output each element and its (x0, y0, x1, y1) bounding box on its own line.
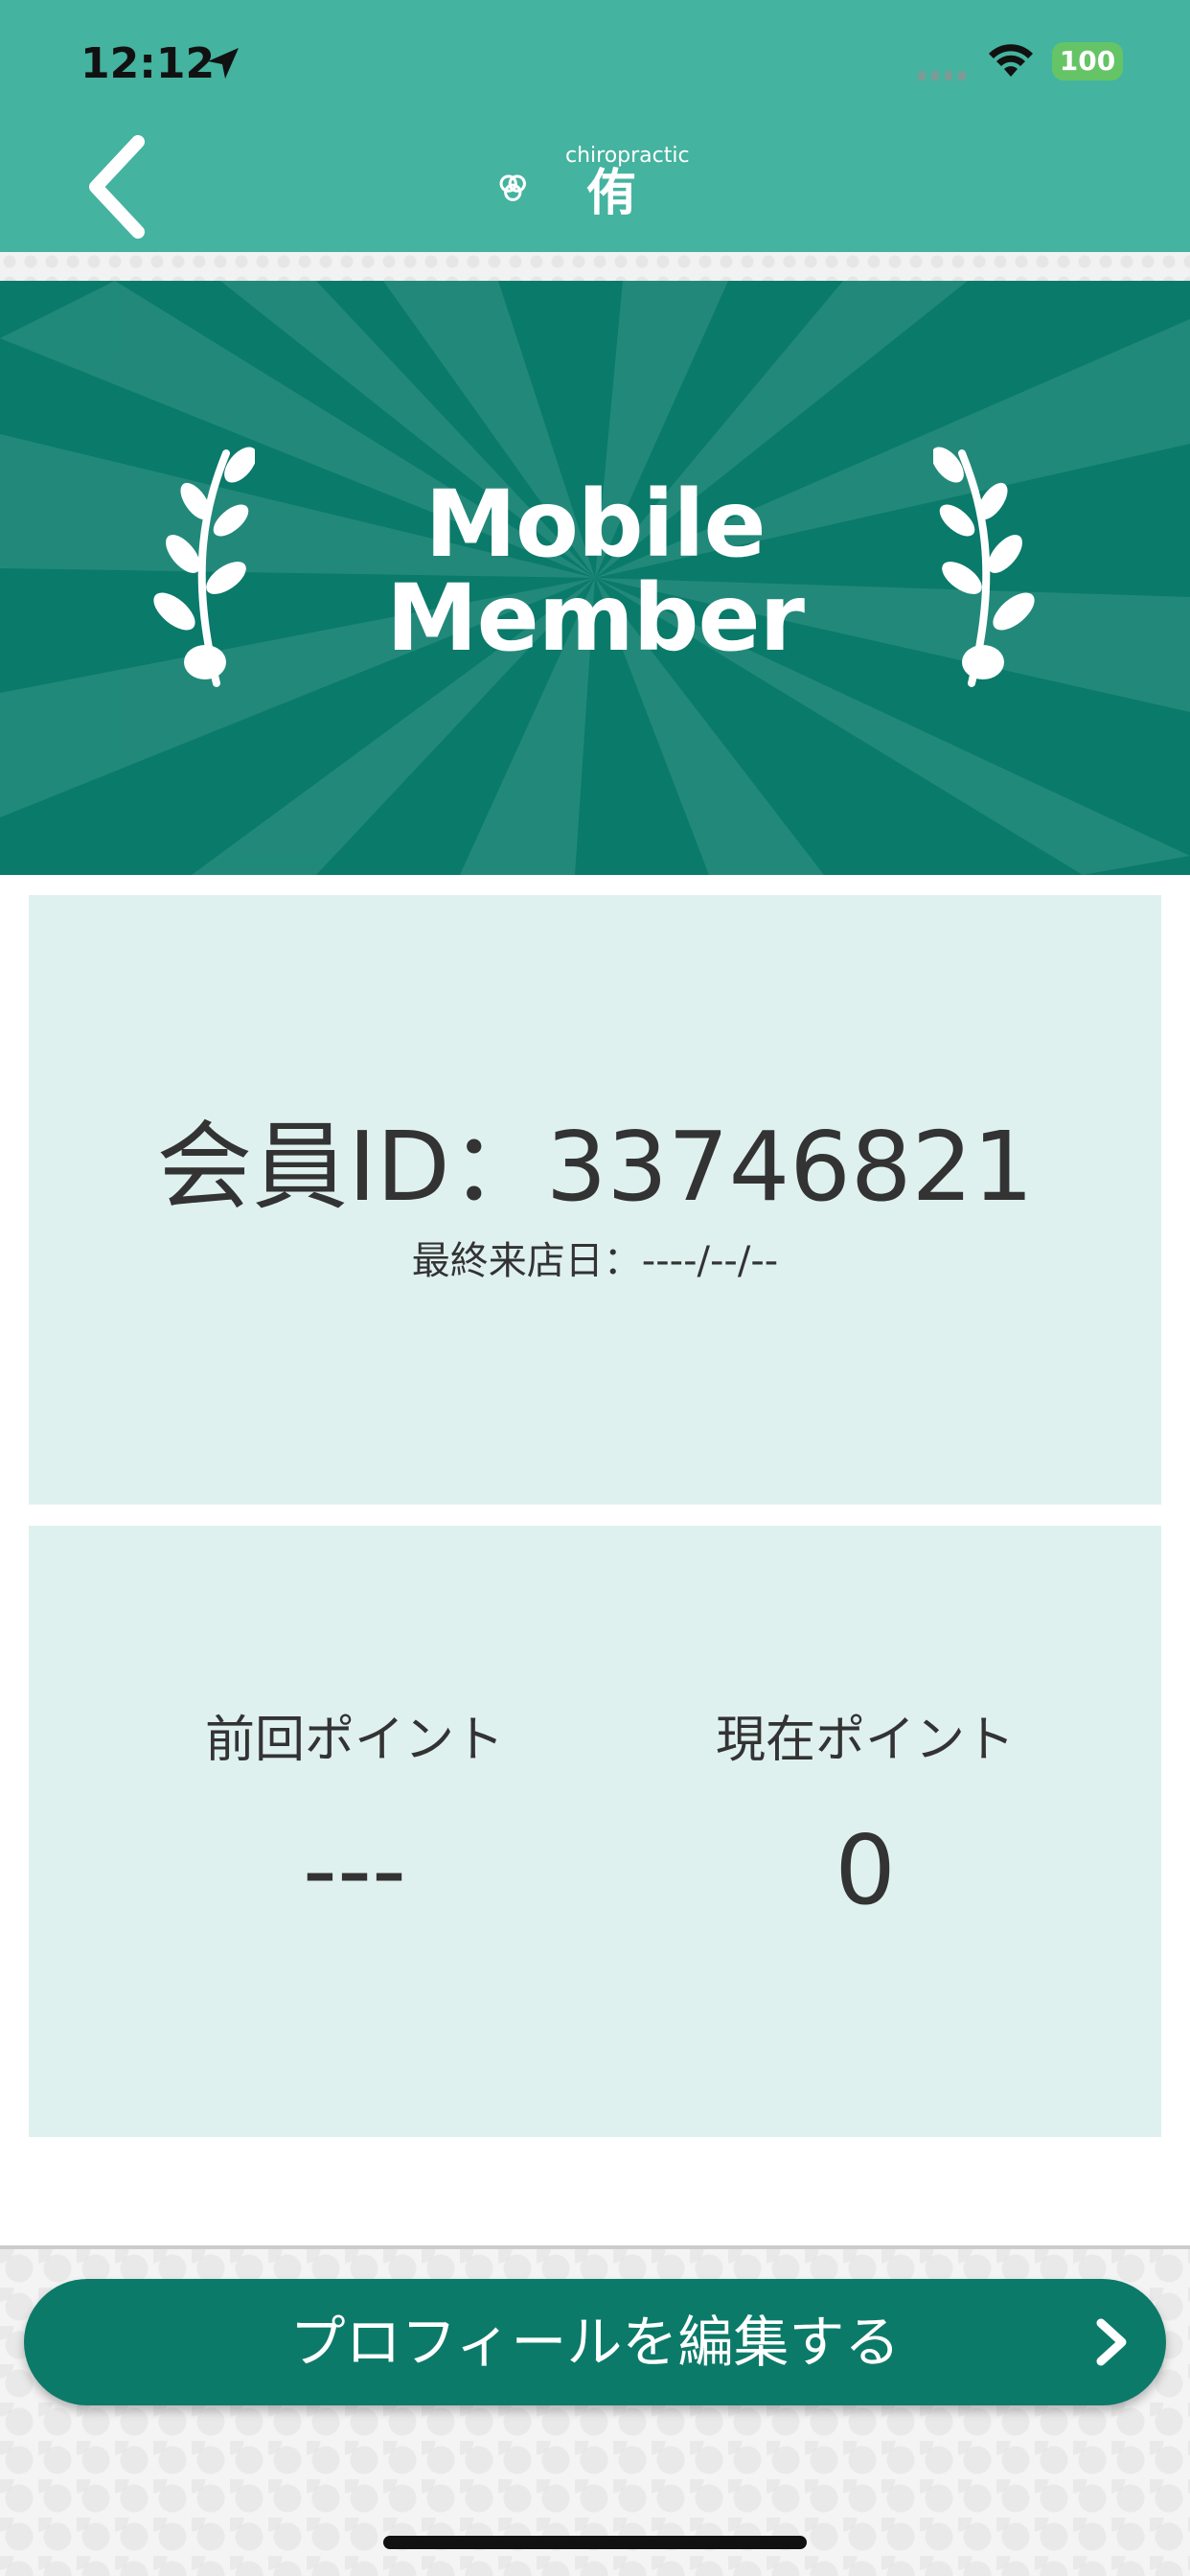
edit-profile-label: プロフィールを編集する (289, 2310, 901, 2375)
back-button[interactable] (80, 134, 157, 240)
points-card: 前回ポイント --- 現在ポイント 0 (29, 1526, 1161, 2137)
member-id-card: 会員ID：33746821 最終来店日：----/--/-- (29, 895, 1161, 1505)
home-indicator[interactable] (383, 2536, 807, 2549)
location-arrow-icon (208, 48, 239, 79)
last-visit-date: 最終来店日：----/--/-- (411, 1239, 779, 1283)
edit-profile-button[interactable]: プロフィールを編集する (24, 2279, 1166, 2405)
banner-title: Mobile Member (287, 477, 903, 665)
brand-logo-icon (499, 174, 526, 201)
logo-wordmark: 侑 (586, 165, 637, 222)
status-time: 12:12 (80, 39, 216, 88)
app-header: 12:12 100 chiropractic 侑 (0, 0, 1190, 252)
laurel-branch-icon (153, 447, 255, 687)
previous-points: 前回ポイント --- (96, 1712, 613, 1919)
mobile-member-banner: Mobile Member (0, 281, 1190, 875)
cellular-signal-icon (918, 71, 966, 80)
previous-points-value: --- (302, 1814, 407, 1926)
member-id: 会員ID：33746821 (156, 1111, 1034, 1223)
pattern-strip (0, 252, 1190, 281)
current-points-label: 現在ポイント (715, 1712, 1015, 1769)
previous-points-label: 前回ポイント (204, 1712, 504, 1769)
laurel-branch-icon (933, 447, 1035, 687)
battery-indicator: 100 (1052, 42, 1123, 80)
current-points: 現在ポイント 0 (606, 1712, 1124, 1919)
wifi-icon (989, 44, 1033, 77)
banner-title-line1: Mobile (424, 471, 766, 578)
chevron-right-icon (1096, 2318, 1127, 2366)
current-points-value: 0 (835, 1814, 896, 1926)
banner-title-line2: Member (386, 564, 805, 672)
